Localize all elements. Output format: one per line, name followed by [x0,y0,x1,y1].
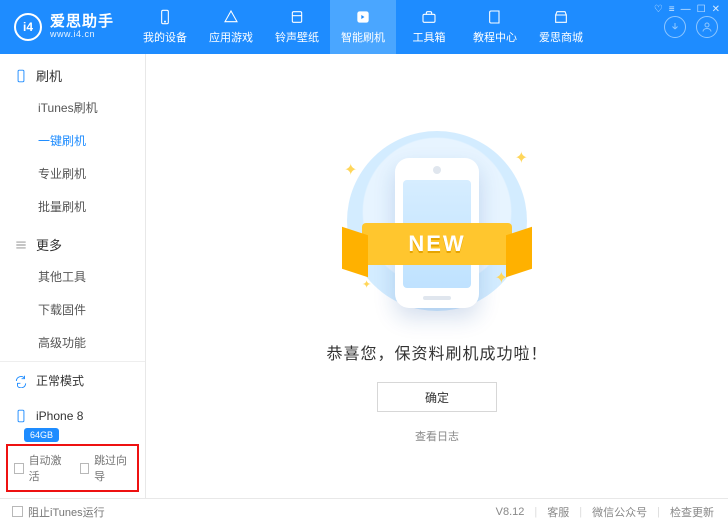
nav-apps[interactable]: 应用游戏 [198,0,264,54]
success-message: 恭喜您，保资料刷机成功啦！ [326,340,547,364]
theme-icon[interactable]: ♡ [654,4,663,15]
sidebar-item-itunes-flash[interactable]: iTunes刷机 [0,91,145,124]
sidebar: 刷机 iTunes刷机 一键刷机 专业刷机 批量刷机 更多 其他工具 下载固件 … [0,54,146,498]
nav-tutorials[interactable]: 教程中心 [462,0,528,54]
nav-store[interactable]: 爱思商城 [528,0,594,54]
brand-name: 爱思助手 [50,14,114,30]
refresh-icon [14,374,28,388]
logo[interactable]: i4 爱思助手 www.i4.cn [14,13,114,41]
nav-my-device[interactable]: 我的设备 [132,0,198,54]
music-icon [288,9,306,25]
sidebar-item-other-tools[interactable]: 其他工具 [0,260,145,293]
sidebar-bottom: 正常模式 iPhone 8 64GB [0,361,145,448]
download-button[interactable] [664,16,686,38]
toolbox-icon [420,9,438,25]
mode-row[interactable]: 正常模式 [0,362,145,399]
brand-url: www.i4.cn [50,30,114,39]
device-row[interactable]: iPhone 8 [0,399,145,425]
menu-icon [14,238,28,252]
storage-chip: 64GB [24,428,59,442]
mode-label: 正常模式 [36,372,84,389]
footer-support[interactable]: 客服 [547,504,569,520]
confirm-button[interactable]: 确定 [377,382,497,412]
sidebar-item-download-fw[interactable]: 下载固件 [0,293,145,326]
sidebar-item-batch-flash[interactable]: 批量刷机 [0,190,145,223]
main-panel: ✦✦✦✦ NEW 恭喜您，保资料刷机成功啦！ 确定 查看日志 [146,54,728,498]
device-icon [14,69,28,83]
block-itunes-checkbox[interactable]: 阻止iTunes运行 [12,504,105,520]
sidebar-item-oneclick-flash[interactable]: 一键刷机 [0,124,145,157]
sidebar-item-advanced[interactable]: 高级功能 [0,326,145,359]
phone-icon [156,9,174,25]
skip-guide-checkbox[interactable]: 跳过向导 [80,452,132,484]
nav-flash[interactable]: 智能刷机 [330,0,396,54]
phone-small-icon [14,409,28,423]
version-label: V8.12 [496,506,525,518]
device-name: iPhone 8 [36,409,83,423]
top-right-buttons [664,0,718,54]
sidebar-group-flash: 刷机 [0,54,145,91]
flash-icon [354,9,372,25]
sidebar-group-more: 更多 [0,223,145,260]
topbar: ♡ ≡ — ☐ ✕ i4 爱思助手 www.i4.cn 我的设备 应用游戏 铃声… [0,0,728,54]
footer: 阻止iTunes运行 V8.12 | 客服 | 微信公众号 | 检查更新 [0,498,728,524]
flash-options-highlighted: 自动激活 跳过向导 [6,444,139,492]
nav-tools[interactable]: 工具箱 [396,0,462,54]
account-button[interactable] [696,16,718,38]
ribbon-label: NEW [362,223,512,265]
logo-badge: i4 [14,13,42,41]
footer-update[interactable]: 检查更新 [670,504,714,520]
book-icon [486,9,504,25]
apps-icon [222,9,240,25]
auto-activate-checkbox[interactable]: 自动激活 [14,452,66,484]
view-log-link[interactable]: 查看日志 [415,428,459,444]
nav-ringtones[interactable]: 铃声壁纸 [264,0,330,54]
success-illustration: ✦✦✦✦ NEW [332,118,542,318]
top-nav: 我的设备 应用游戏 铃声壁纸 智能刷机 工具箱 教程中心 爱思商城 [132,0,594,54]
sidebar-item-pro-flash[interactable]: 专业刷机 [0,157,145,190]
store-icon [552,9,570,25]
footer-wechat[interactable]: 微信公众号 [592,504,647,520]
